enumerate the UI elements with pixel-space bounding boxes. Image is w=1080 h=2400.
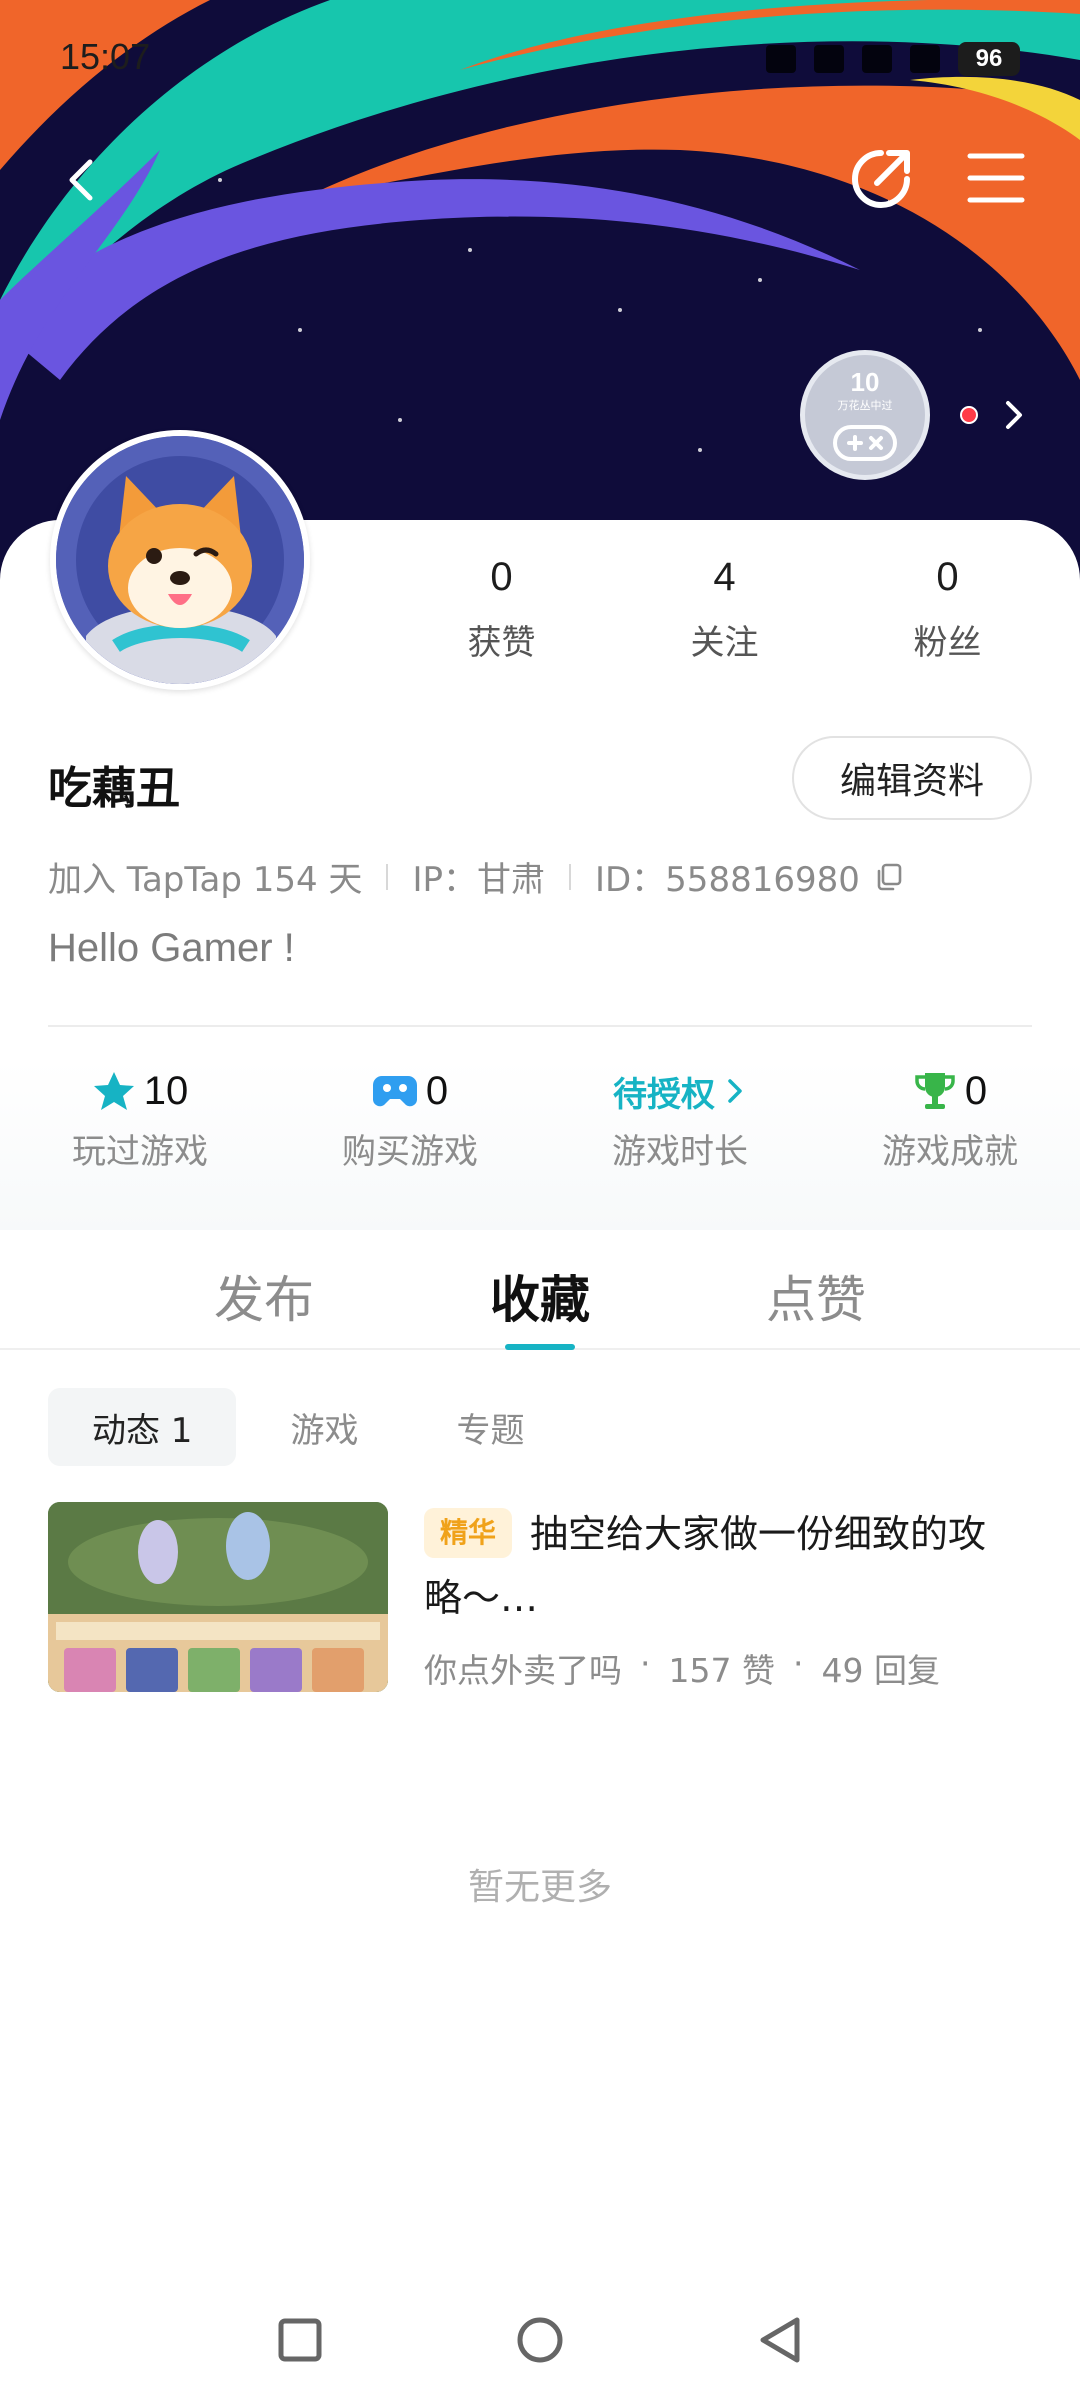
active-tab-indicator <box>505 1344 575 1350</box>
post-title-block: 精华 抽空给大家做一份细致的攻略～… <box>424 1502 1024 1630</box>
favorite-subtabs: 动态 1 游戏 专题 <box>48 1388 568 1466</box>
square-icon <box>278 2318 322 2362</box>
post-author[interactable]: 你点外卖了吗 <box>424 1644 622 1692</box>
played-games-count: 10 <box>143 1068 189 1113</box>
subtab-games[interactable]: 游戏 <box>246 1388 402 1466</box>
post-thumbnail-image <box>48 1502 388 1692</box>
shiba-avatar-icon <box>56 436 304 684</box>
content-tabs: 发布 收藏 点赞 <box>0 1230 1080 1350</box>
played-games-label: 玩过游戏 <box>72 1132 208 1172</box>
signal-icon <box>862 45 892 73</box>
tab-likes[interactable]: 点赞 <box>766 1260 866 1332</box>
menu-icon <box>967 153 1025 203</box>
stat-following[interactable]: 4 关注 <box>613 555 836 664</box>
ip-location: IP：甘肃 <box>412 860 545 900</box>
bought-games[interactable]: 0 购买游戏 <box>280 1060 540 1230</box>
meta-dot: · <box>640 1644 651 1683</box>
avatar[interactable] <box>50 430 310 690</box>
subtab-moments[interactable]: 动态 1 <box>48 1388 237 1466</box>
status-bar: 15:07 96 <box>0 0 1080 120</box>
stat-following-value: 4 <box>713 555 736 599</box>
profile-stats: 0 获赞 4 关注 0 粉丝 <box>390 555 1060 664</box>
featured-tag: 精华 <box>424 1507 513 1558</box>
username: 吃藕丑 <box>48 763 180 814</box>
stat-likes-value: 0 <box>490 555 513 599</box>
post-thumbnail <box>48 1502 388 1692</box>
stat-likes-label: 获赞 <box>467 623 536 663</box>
stat-followers-value: 0 <box>936 555 959 599</box>
share-icon <box>852 150 910 208</box>
mute-icon <box>814 45 844 73</box>
recents-button[interactable] <box>260 2300 340 2380</box>
play-time-label: 游戏时长 <box>612 1132 748 1172</box>
user-bio: Hello Gamer ! <box>48 926 295 970</box>
post-likes: 157 赞 <box>668 1651 775 1690</box>
system-back-button[interactable] <box>740 2300 820 2380</box>
post-replies: 49 回复 <box>821 1651 940 1690</box>
stat-following-label: 关注 <box>690 623 759 663</box>
played-games[interactable]: 10 玩过游戏 <box>10 1060 270 1230</box>
favorite-post[interactable]: 精华 抽空给大家做一份细致的攻略～… 你点外卖了吗 · 157 赞 · 49 回复 <box>48 1502 1032 1692</box>
menu-button[interactable] <box>954 136 1038 220</box>
status-time: 15:07 <box>60 36 151 77</box>
edit-profile-button[interactable]: 编辑资料 <box>792 736 1032 820</box>
avatar-image <box>56 436 304 684</box>
achievements-label: 游戏成就 <box>882 1132 1018 1172</box>
game-stats-row: 10 玩过游戏 0 购买游戏 待授权 游戏时长 0 游戏成就 <box>0 1060 1080 1230</box>
chevron-right-icon <box>1006 401 1022 429</box>
user-id: ID：558816980 <box>594 860 860 900</box>
tab-favorites[interactable]: 收藏 <box>490 1260 590 1332</box>
trophy-icon <box>915 1073 955 1109</box>
share-button[interactable] <box>840 136 924 220</box>
bluetooth-icon <box>766 45 796 73</box>
battery-indicator: 96 <box>958 42 1020 76</box>
bought-games-count: 0 <box>425 1068 449 1113</box>
subtab-topics[interactable]: 专题 <box>412 1388 568 1466</box>
copy-icon <box>877 863 902 890</box>
achievements-count: 0 <box>964 1068 988 1113</box>
stat-likes[interactable]: 0 获赞 <box>390 555 613 664</box>
tab-posts[interactable]: 发布 <box>214 1260 314 1332</box>
section-divider <box>48 1025 1032 1027</box>
bought-games-label: 购买游戏 <box>342 1132 478 1172</box>
play-time[interactable]: 待授权 游戏时长 <box>550 1060 810 1230</box>
back-button[interactable] <box>40 138 124 222</box>
end-of-list: 暂无更多 <box>467 1867 612 1908</box>
join-days: 加入 TapTap 154 天 <box>48 860 363 900</box>
gamepad-icon <box>372 1076 417 1107</box>
status-icons: 96 <box>766 42 1020 76</box>
stat-followers[interactable]: 0 粉丝 <box>836 555 1059 664</box>
stat-followers-label: 粉丝 <box>913 623 982 663</box>
triangle-back-icon <box>760 2317 800 2363</box>
meta-divider <box>386 863 389 890</box>
back-arrow-icon <box>69 159 93 201</box>
copy-id-button[interactable] <box>874 862 904 892</box>
badge-count: 10 <box>850 367 880 397</box>
meta-divider <box>568 863 571 890</box>
chevron-right-icon <box>728 1079 742 1103</box>
profile-meta: 加入 TapTap 154 天 IP：甘肃 ID：558816980 <box>48 852 904 901</box>
post-meta: 你点外卖了吗 · 157 赞 · 49 回复 <box>424 1644 940 1692</box>
wifi-icon <box>910 45 940 73</box>
system-nav-bar <box>0 2300 1080 2400</box>
circle-icon <box>517 2317 563 2363</box>
star-icon <box>93 1072 134 1110</box>
badge-subtitle: 万花丛中过 <box>837 399 893 412</box>
meta-dot: · <box>792 1644 804 1683</box>
achievements[interactable]: 0 游戏成就 <box>820 1060 1080 1230</box>
notification-dot <box>960 406 978 424</box>
gamepad-icon <box>833 425 897 461</box>
play-time-authorize-link[interactable]: 待授权 <box>613 1067 715 1116</box>
home-button[interactable] <box>500 2300 580 2380</box>
game-badge[interactable]: 10 万花丛中过 <box>800 350 930 480</box>
game-badge-area[interactable]: 10 万花丛中过 <box>800 350 1032 480</box>
